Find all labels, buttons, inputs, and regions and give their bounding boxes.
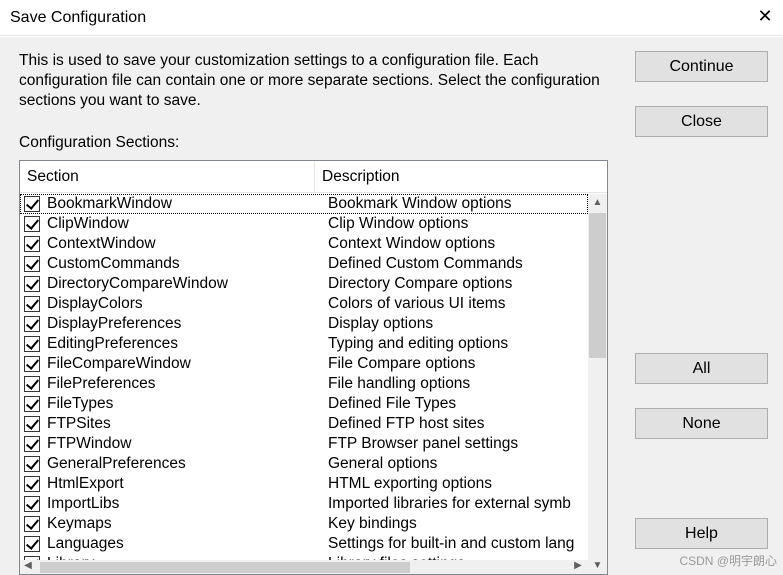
- description-cell: FTP Browser panel settings: [328, 435, 519, 452]
- row-checkbox[interactable]: [24, 216, 40, 232]
- close-icon[interactable]: ✕: [755, 6, 775, 26]
- description-cell: HTML exporting options: [328, 475, 492, 492]
- scroll-corner: ▼: [588, 560, 607, 574]
- table-row[interactable]: FTPSites Defined FTP host sites: [20, 414, 588, 434]
- list-header: Section Description: [20, 161, 607, 193]
- row-checkbox[interactable]: [24, 356, 40, 372]
- description-text: This is used to save your customization …: [19, 52, 600, 109]
- description-cell: Defined File Types: [328, 395, 457, 412]
- column-header-description[interactable]: Description: [315, 161, 607, 193]
- description-cell: Clip Window options: [328, 215, 469, 232]
- row-checkbox[interactable]: [24, 256, 40, 272]
- section-cell: ClipWindow: [47, 215, 129, 232]
- help-button[interactable]: Help: [635, 518, 768, 549]
- section-cell: HtmlExport: [47, 475, 124, 492]
- close-button[interactable]: Close: [635, 106, 768, 137]
- description-cell: Key bindings: [328, 515, 417, 532]
- table-row[interactable]: ContextWindow Context Window options: [20, 234, 588, 254]
- row-checkbox[interactable]: [24, 296, 40, 312]
- table-row[interactable]: ClipWindow Clip Window options: [20, 214, 588, 234]
- horizontal-scroll-thumb[interactable]: [40, 562, 410, 573]
- table-row[interactable]: FTPWindow FTP Browser panel settings: [20, 434, 588, 454]
- row-checkbox[interactable]: [24, 316, 40, 332]
- description-cell: File handling options: [328, 375, 471, 392]
- row-checkbox[interactable]: [24, 276, 40, 292]
- description-cell: Context Window options: [328, 235, 496, 252]
- section-cell: DisplayPreferences: [47, 315, 182, 332]
- section-cell: Languages: [47, 535, 124, 552]
- row-checkbox[interactable]: [24, 396, 40, 412]
- section-cell: EditingPreferences: [47, 335, 178, 352]
- row-checkbox[interactable]: [24, 196, 40, 212]
- table-row[interactable]: DirectoryCompareWindow Directory Compare …: [20, 274, 588, 294]
- row-checkbox[interactable]: [24, 236, 40, 252]
- row-checkbox[interactable]: [24, 536, 40, 552]
- vertical-scroll-thumb[interactable]: [589, 213, 606, 358]
- table-row[interactable]: FileTypes Defined File Types: [20, 394, 588, 414]
- table-row[interactable]: Keymaps Key bindings: [20, 514, 588, 534]
- description-cell: General options: [328, 455, 438, 472]
- vertical-scrollbar[interactable]: ▲: [588, 194, 607, 560]
- section-cell: CustomCommands: [47, 255, 180, 272]
- row-checkbox[interactable]: [24, 336, 40, 352]
- scroll-right-icon[interactable]: ▶: [572, 560, 584, 571]
- section-cell: Keymaps: [47, 515, 112, 532]
- description-cell: Defined Custom Commands: [328, 255, 523, 272]
- continue-button[interactable]: Continue: [635, 51, 768, 82]
- watermark: CSDN @明宇朗心: [679, 554, 777, 568]
- table-row[interactable]: DisplayColors Colors of various UI items: [20, 294, 588, 314]
- section-cell: ImportLibs: [47, 495, 120, 512]
- column-header-section[interactable]: Section: [20, 161, 315, 193]
- description-cell: Typing and editing options: [328, 335, 509, 352]
- window-title: Save Configuration: [10, 9, 147, 26]
- row-checkbox[interactable]: [24, 376, 40, 392]
- section-cell: FilePreferences: [47, 375, 156, 392]
- table-row[interactable]: CustomCommands Defined Custom Commands: [20, 254, 588, 274]
- table-row[interactable]: GeneralPreferences General options: [20, 454, 588, 474]
- section-cell: DirectoryCompareWindow: [47, 275, 228, 292]
- scroll-left-icon[interactable]: ◀: [22, 560, 34, 571]
- scroll-down-icon[interactable]: ▼: [588, 560, 607, 571]
- scroll-up-icon[interactable]: ▲: [588, 197, 607, 208]
- none-button[interactable]: None: [635, 408, 768, 439]
- table-row[interactable]: EditingPreferences Typing and editing opt…: [20, 334, 588, 354]
- table-row[interactable]: DisplayPreferences Display options: [20, 314, 588, 334]
- table-row[interactable]: BookmarkWindow Bookmark Window options: [20, 194, 588, 214]
- section-cell: BookmarkWindow: [47, 195, 172, 212]
- table-row[interactable]: HtmlExport HTML exporting options: [20, 474, 588, 494]
- section-cell: FTPSites: [47, 415, 111, 432]
- description-cell: Defined FTP host sites: [328, 415, 485, 432]
- title-bar: Save Configuration ✕: [0, 0, 783, 36]
- horizontal-scrollbar[interactable]: ◀ ▶: [20, 560, 588, 574]
- section-cell: FileCompareWindow: [47, 355, 191, 372]
- section-cell: FTPWindow: [47, 435, 132, 452]
- row-checkbox[interactable]: [24, 436, 40, 452]
- description-cell: Directory Compare options: [328, 275, 513, 292]
- description-cell: Display options: [328, 315, 434, 332]
- row-checkbox[interactable]: [24, 516, 40, 532]
- section-cell: FileTypes: [47, 395, 114, 412]
- list-rows: BookmarkWindow Bookmark Window options Cli…: [20, 194, 588, 560]
- all-button[interactable]: All: [635, 353, 768, 384]
- table-row[interactable]: ImportLibs Imported libraries for externa…: [20, 494, 588, 514]
- sections-list[interactable]: Section Description BookmarkWindow Bookma…: [19, 160, 608, 575]
- row-checkbox[interactable]: [24, 456, 40, 472]
- row-checkbox[interactable]: [24, 496, 40, 512]
- table-row[interactable]: FilePreferences File handling options: [20, 374, 588, 394]
- description-cell: Colors of various UI items: [328, 295, 506, 312]
- section-cell: ContextWindow: [47, 235, 156, 252]
- row-checkbox[interactable]: [24, 416, 40, 432]
- description-cell: Bookmark Window options: [328, 195, 512, 212]
- section-cell: GeneralPreferences: [47, 455, 186, 472]
- description-cell: File Compare options: [328, 355, 476, 372]
- description-cell: Imported libraries for external symb: [328, 495, 571, 512]
- table-row[interactable]: FileCompareWindow File Compare options: [20, 354, 588, 374]
- table-row[interactable]: Languages Settings for built-in and custo…: [20, 534, 588, 554]
- dialog-body: This is used to save your customization …: [0, 37, 783, 575]
- row-checkbox[interactable]: [24, 476, 40, 492]
- sections-label: Configuration Sections:: [19, 134, 180, 151]
- description-cell: Settings for built-in and custom lang: [328, 535, 575, 552]
- section-cell: DisplayColors: [47, 295, 143, 312]
